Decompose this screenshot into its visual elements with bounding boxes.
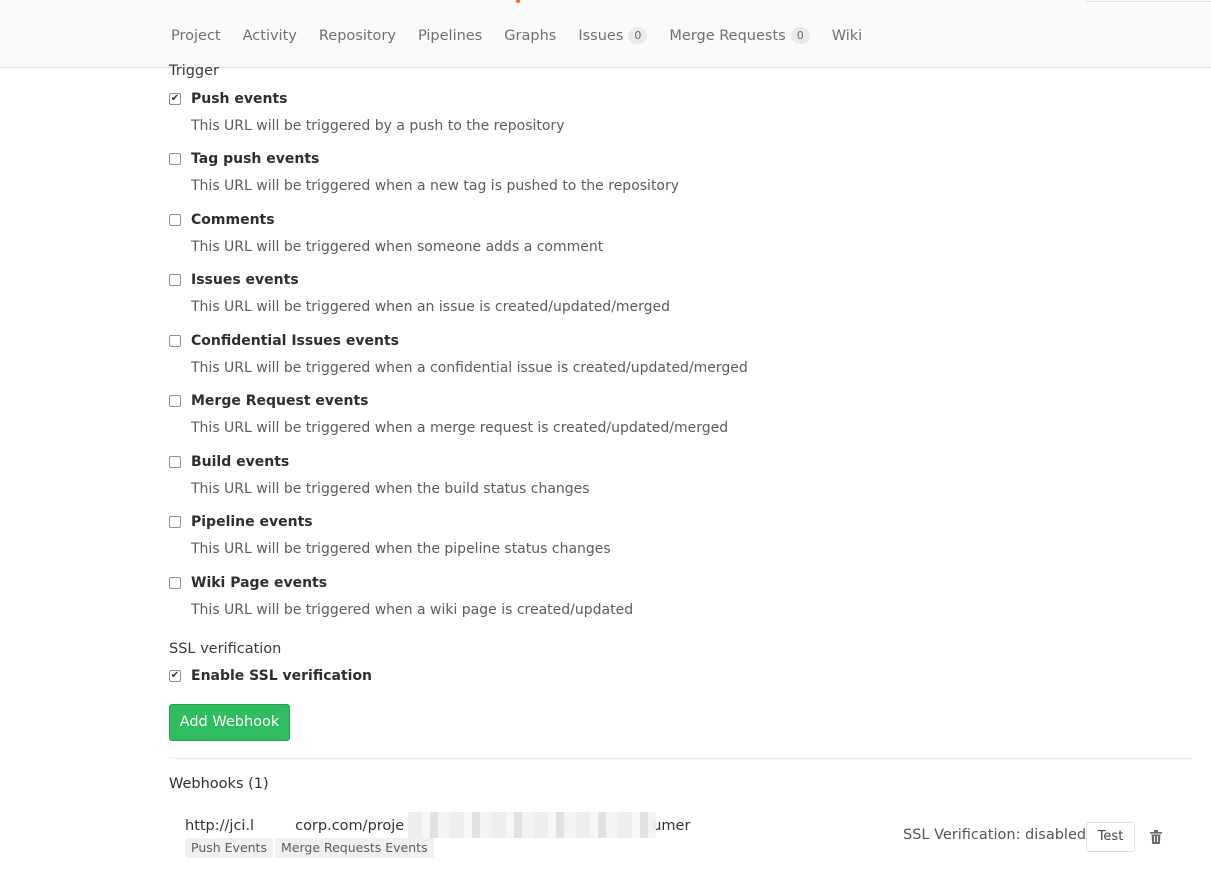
event-description: This URL will be triggered when an issue… xyxy=(191,299,671,315)
event-description: This URL will be triggered by a push to … xyxy=(191,118,565,134)
event-title[interactable]: Tag push events xyxy=(191,151,319,167)
tab-graphs[interactable]: Graphs xyxy=(504,28,556,44)
event-description: This URL will be triggered when someone … xyxy=(191,239,604,255)
merge-requests-events-tag: Merge Requests Events xyxy=(275,838,434,858)
event-title[interactable]: Merge Request events xyxy=(191,393,369,409)
trash-icon[interactable] xyxy=(1150,830,1162,844)
tag-push-events-checkbox[interactable] xyxy=(169,153,181,165)
event-title[interactable]: Wiki Page events xyxy=(191,575,327,591)
event-description: This URL will be triggered when a merge … xyxy=(191,420,729,436)
tab-issues[interactable]: Issues 0 xyxy=(578,27,648,44)
search-field-edge[interactable] xyxy=(1086,0,1211,2)
tab-repository[interactable]: Repository xyxy=(319,28,396,44)
ssl-status-text: SSL Verification: disabled xyxy=(903,827,1087,843)
webhooks-heading: Webhooks (1) xyxy=(169,776,269,792)
confidential-issues-events-checkbox[interactable] xyxy=(169,335,181,347)
event-title[interactable]: Build events xyxy=(191,454,289,470)
event-title[interactable]: Comments xyxy=(191,212,275,228)
test-webhook-button[interactable]: Test xyxy=(1086,822,1135,852)
event-description: This URL will be triggered when a confid… xyxy=(191,360,748,376)
comments-checkbox[interactable] xyxy=(169,214,181,226)
push-events-tag: Push Events xyxy=(185,838,273,858)
merge-request-events-checkbox[interactable] xyxy=(169,395,181,407)
issues-count-badge: 0 xyxy=(628,27,648,44)
build-events-checkbox[interactable] xyxy=(169,456,181,468)
event-description: This URL will be triggered when the pipe… xyxy=(191,541,611,557)
issues-events-checkbox[interactable] xyxy=(169,274,181,286)
pipeline-events-checkbox[interactable] xyxy=(169,516,181,528)
ssl-verification-label: SSL verification xyxy=(169,641,282,657)
tab-merge-requests[interactable]: Merge Requests 0 xyxy=(669,27,810,44)
tab-pipelines[interactable]: Pipelines xyxy=(418,28,482,44)
section-divider xyxy=(169,758,1192,759)
project-tabs: Project Activity Repository Pipelines Gr… xyxy=(171,27,884,44)
event-title[interactable]: Pipeline events xyxy=(191,514,313,530)
tab-project[interactable]: Project xyxy=(171,28,221,44)
event-description: This URL will be triggered when a new ta… xyxy=(191,178,680,194)
add-webhook-button[interactable]: Add Webhook xyxy=(169,704,290,741)
event-title[interactable]: Confidential Issues events xyxy=(191,333,399,349)
brand-mark xyxy=(516,0,520,3)
push-events-checkbox[interactable]: ✔ xyxy=(169,93,181,105)
wiki-page-events-checkbox[interactable] xyxy=(169,577,181,589)
project-nav-bar: Project Activity Repository Pipelines Gr… xyxy=(0,0,1211,68)
event-title[interactable]: Issues events xyxy=(191,272,299,288)
event-description: This URL will be triggered when the buil… xyxy=(191,481,590,497)
event-description: This URL will be triggered when a wiki p… xyxy=(191,602,634,618)
event-title[interactable]: Push events xyxy=(191,91,288,107)
trigger-label: Trigger xyxy=(169,63,220,79)
redacted-url-segment xyxy=(408,812,656,838)
tab-wiki[interactable]: Wiki xyxy=(832,28,862,44)
enable-ssl-checkbox[interactable]: ✔ xyxy=(169,670,181,682)
merge-requests-count-badge: 0 xyxy=(790,27,810,44)
enable-ssl-label[interactable]: Enable SSL verification xyxy=(191,668,372,684)
tab-activity[interactable]: Activity xyxy=(243,28,297,44)
